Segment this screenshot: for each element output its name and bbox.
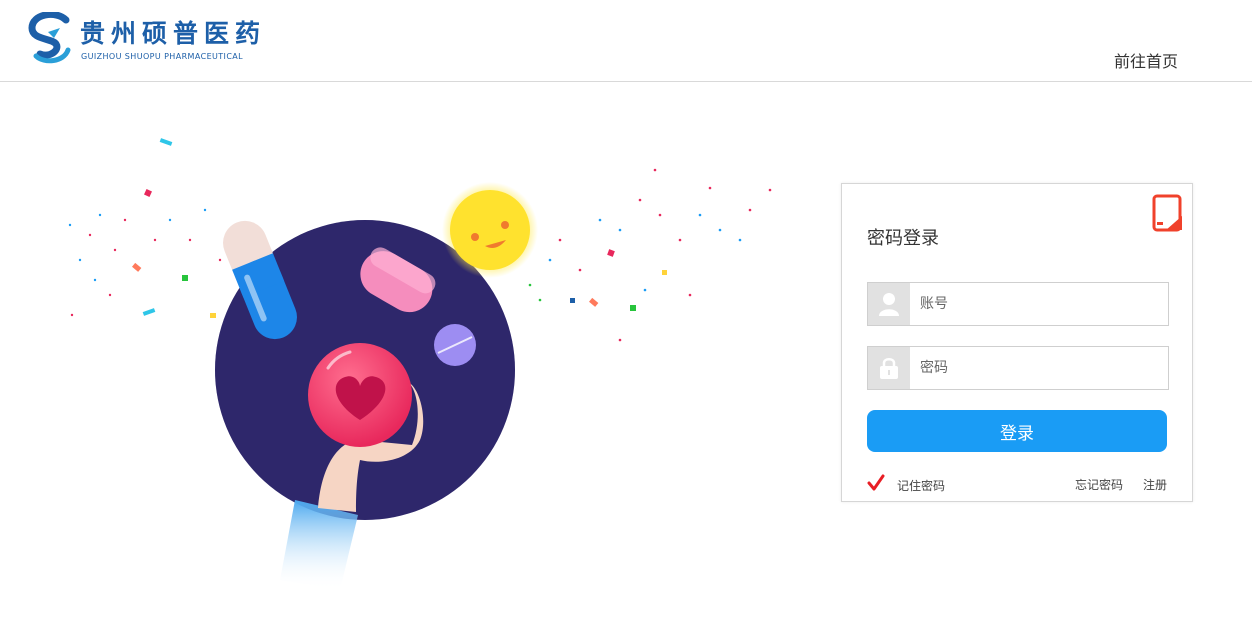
confetti-left <box>68 138 222 318</box>
password-input[interactable] <box>910 347 1168 389</box>
lock-icon <box>880 358 898 379</box>
lock-icon-box <box>868 347 910 389</box>
smiley-sun <box>442 182 538 278</box>
checkmark-icon[interactable] <box>867 474 885 492</box>
phone-login-switch-icon[interactable] <box>1152 194 1182 234</box>
account-input[interactable] <box>910 283 1168 325</box>
forgot-password-link[interactable]: 忘记密码 <box>1075 476 1123 493</box>
logo-text-cn: 贵州硕普医药 <box>80 19 267 48</box>
sleeve <box>280 500 358 590</box>
purple-pill <box>434 324 476 366</box>
login-title: 密码登录 <box>867 228 939 249</box>
heart-ball <box>308 343 412 447</box>
register-link[interactable]: 注册 <box>1143 476 1167 493</box>
password-field <box>867 346 1169 390</box>
confetti-right <box>528 168 772 342</box>
login-button[interactable]: 登录 <box>867 410 1167 452</box>
account-field <box>867 282 1169 326</box>
user-icon-box <box>868 283 910 325</box>
remember-password-label[interactable]: 记住密码 <box>897 477 945 494</box>
user-icon <box>879 293 899 316</box>
logo-text-en: GUIZHOU SHUOPU PHARMACEUTICAL <box>81 52 244 61</box>
shuopu-logo-icon <box>28 12 71 64</box>
logo[interactable]: 贵州硕普医药 GUIZHOU SHUOPU PHARMACEUTICAL <box>26 12 266 68</box>
login-card: 密码登录 登录 记住密码 忘记密码 注册 <box>841 183 1193 502</box>
medicine-illustration <box>68 138 772 590</box>
header: 贵州硕普医药 GUIZHOU SHUOPU PHARMACEUTICAL 前往首… <box>0 0 1252 82</box>
home-link[interactable]: 前往首页 <box>1114 48 1178 72</box>
